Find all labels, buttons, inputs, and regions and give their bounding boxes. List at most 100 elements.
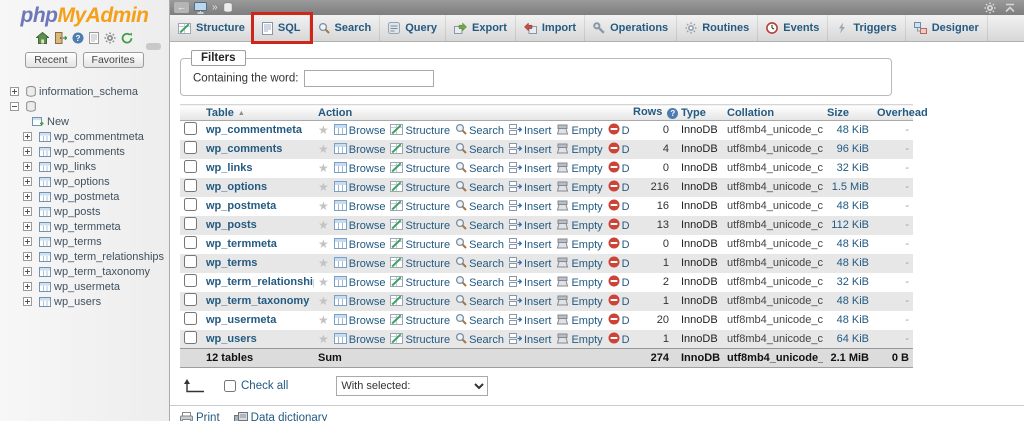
search-link[interactable]: Search	[455, 220, 504, 232]
database-icon[interactable]	[223, 2, 233, 13]
search-link[interactable]: Search	[455, 296, 504, 308]
drop-link[interactable]: Drop	[608, 125, 629, 137]
sidebar-item-wp_commentmeta[interactable]: wp_commentmeta	[0, 129, 169, 144]
tab-export[interactable]: Export	[446, 15, 516, 41]
tab-routines[interactable]: Routines	[677, 15, 758, 41]
plus-expander-icon[interactable]	[23, 222, 32, 231]
table-name-link[interactable]: wp_commentmeta	[206, 124, 302, 136]
favorites-button[interactable]: Favorites	[83, 52, 144, 68]
insert-link[interactable]: Insert	[509, 201, 552, 213]
search-link[interactable]: Search	[455, 125, 504, 137]
empty-link[interactable]: Empty	[556, 201, 602, 213]
help-icon[interactable]: ?	[72, 32, 84, 44]
insert-link[interactable]: Insert	[509, 315, 552, 327]
sidebar-item-wp_termmeta[interactable]: wp_termmeta	[0, 219, 169, 234]
drop-link[interactable]: Drop	[608, 296, 629, 308]
drop-link[interactable]: Drop	[608, 201, 629, 213]
structure-link[interactable]: Structure	[390, 220, 450, 232]
header-rows[interactable]: Rows?	[629, 105, 677, 121]
tab-operations[interactable]: Operations	[585, 15, 677, 41]
search-link[interactable]: Search	[455, 334, 504, 346]
empty-link[interactable]: Empty	[556, 277, 602, 289]
plus-expander-icon[interactable]	[23, 162, 32, 171]
structure-link[interactable]: Structure	[390, 182, 450, 194]
structure-link[interactable]: Structure	[390, 144, 450, 156]
sidebar-item-New[interactable]: New	[0, 114, 169, 129]
favorite-star-icon[interactable]: ★	[318, 237, 329, 251]
insert-link[interactable]: Insert	[509, 277, 552, 289]
settings-gear-icon[interactable]	[104, 32, 116, 44]
table-name-link[interactable]: wp_terms	[206, 257, 257, 269]
check-all-label[interactable]: Check all	[241, 380, 288, 392]
browse-link[interactable]: Browse	[334, 201, 386, 213]
structure-link[interactable]: Structure	[390, 201, 450, 213]
browse-link[interactable]: Browse	[334, 220, 386, 232]
phpmyadmin-logo[interactable]: phpMyAdmin	[0, 0, 169, 28]
tab-query[interactable]: Query	[380, 15, 446, 41]
empty-link[interactable]: Empty	[556, 144, 602, 156]
structure-link[interactable]: Structure	[390, 258, 450, 270]
row-checkbox[interactable]	[184, 141, 197, 154]
browse-link[interactable]: Browse	[334, 144, 386, 156]
favorite-star-icon[interactable]: ★	[318, 294, 329, 308]
sidebar-item-wp_postmeta[interactable]: wp_postmeta	[0, 189, 169, 204]
plus-expander-icon[interactable]	[23, 132, 32, 141]
insert-link[interactable]: Insert	[509, 163, 552, 175]
sidebar-item-wp_users[interactable]: wp_users	[0, 294, 169, 309]
docs-icon[interactable]	[89, 32, 99, 44]
insert-link[interactable]: Insert	[509, 258, 552, 270]
browse-link[interactable]: Browse	[334, 315, 386, 327]
plus-expander-icon[interactable]	[23, 207, 32, 216]
row-checkbox[interactable]	[184, 293, 197, 306]
row-checkbox[interactable]	[184, 236, 197, 249]
plus-expander-icon[interactable]	[23, 252, 32, 261]
plus-expander-icon[interactable]	[23, 177, 32, 186]
structure-link[interactable]: Structure	[390, 125, 450, 137]
insert-link[interactable]: Insert	[509, 144, 552, 156]
favorite-star-icon[interactable]: ★	[318, 313, 329, 327]
table-name-link[interactable]: wp_links	[206, 162, 252, 174]
filter-word-input[interactable]	[304, 70, 434, 87]
plus-expander-icon[interactable]	[10, 87, 19, 96]
header-size[interactable]: Size	[823, 105, 873, 121]
sidebar-resize-handle[interactable]	[146, 43, 161, 50]
drop-link[interactable]: Drop	[608, 182, 629, 194]
search-link[interactable]: Search	[455, 277, 504, 289]
table-name-link[interactable]: wp_termmeta	[206, 238, 277, 250]
check-all-checkbox[interactable]	[224, 380, 236, 392]
sidebar-item-wp_term_taxonomy[interactable]: wp_term_taxonomy	[0, 264, 169, 279]
empty-link[interactable]: Empty	[556, 239, 602, 251]
table-name-link[interactable]: wp_options	[206, 181, 267, 193]
table-name-link[interactable]: wp_users	[206, 333, 257, 345]
sidebar-item-wp_usermeta[interactable]: wp_usermeta	[0, 279, 169, 294]
empty-link[interactable]: Empty	[556, 220, 602, 232]
browse-link[interactable]: Browse	[334, 277, 386, 289]
tab-events[interactable]: Events	[758, 15, 828, 41]
logout-icon[interactable]	[54, 32, 67, 44]
sidebar-item-wp_terms[interactable]: wp_terms	[0, 234, 169, 249]
back-arrow-button[interactable]: ←	[174, 2, 189, 13]
tab-triggers[interactable]: Triggers	[828, 15, 905, 41]
empty-link[interactable]: Empty	[556, 258, 602, 270]
drop-link[interactable]: Drop	[608, 277, 629, 289]
insert-link[interactable]: Insert	[509, 334, 552, 346]
browse-link[interactable]: Browse	[334, 239, 386, 251]
recent-button[interactable]: Recent	[25, 52, 76, 68]
empty-link[interactable]: Empty	[556, 296, 602, 308]
browse-link[interactable]: Browse	[334, 296, 386, 308]
search-link[interactable]: Search	[455, 315, 504, 327]
header-overhead[interactable]: Overhead	[873, 105, 913, 121]
favorite-star-icon[interactable]: ★	[318, 218, 329, 232]
header-table[interactable]: Table▲	[202, 105, 314, 121]
table-name-link[interactable]: wp_postmeta	[206, 200, 276, 212]
empty-link[interactable]: Empty	[556, 125, 602, 137]
row-checkbox[interactable]	[184, 198, 197, 211]
row-checkbox[interactable]	[184, 217, 197, 230]
search-link[interactable]: Search	[455, 182, 504, 194]
drop-link[interactable]: Drop	[608, 315, 629, 327]
help-icon[interactable]: ?	[667, 108, 678, 119]
with-selected-dropdown[interactable]: With selected:	[336, 376, 488, 396]
favorite-star-icon[interactable]: ★	[318, 123, 329, 137]
search-link[interactable]: Search	[455, 258, 504, 270]
header-type[interactable]: Type	[677, 105, 723, 121]
